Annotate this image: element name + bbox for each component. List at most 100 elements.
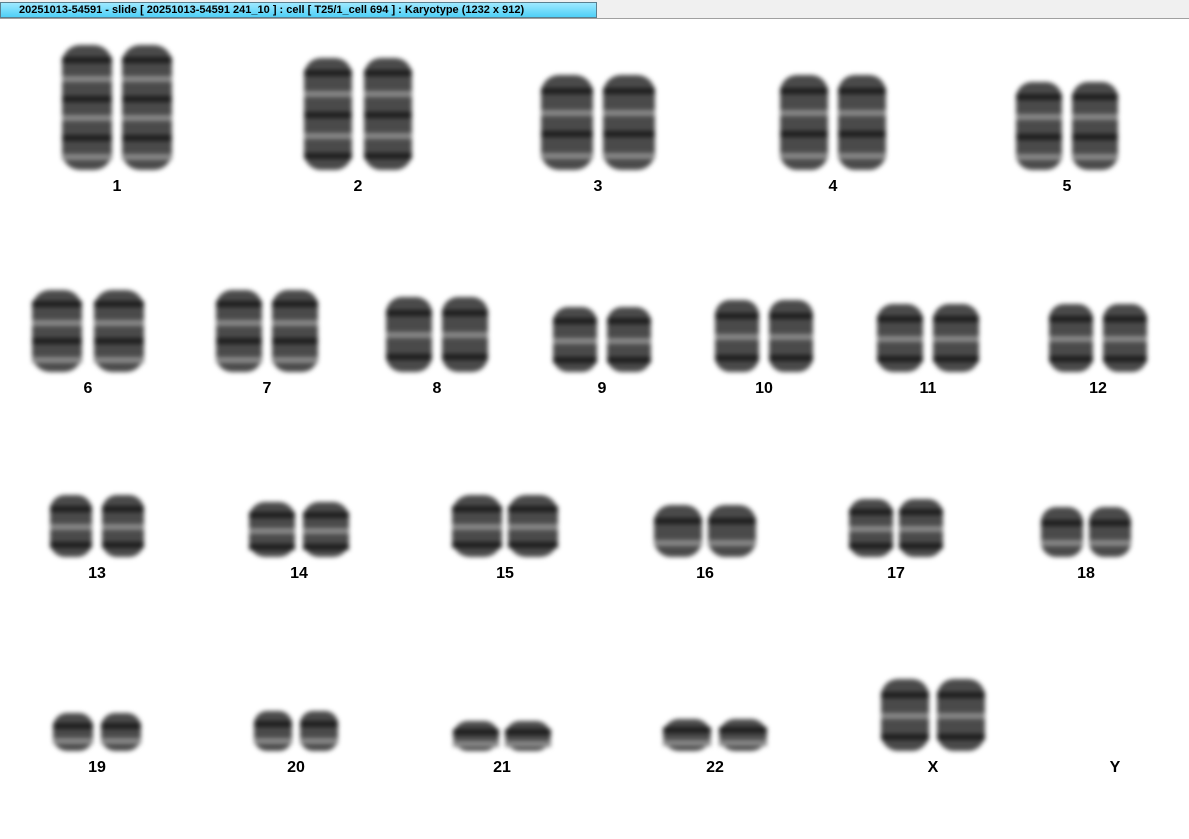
chromosome-label-11: 11 [919, 380, 937, 397]
chromosome-band [303, 544, 349, 550]
chromosome-13-a[interactable] [50, 495, 92, 557]
chromosome-band [272, 320, 318, 326]
chromosome-band [508, 524, 558, 530]
chromosome-band [719, 740, 767, 746]
chromosome-band [715, 355, 759, 361]
chromosome-1-a[interactable] [62, 45, 112, 170]
chromosome-band [780, 110, 828, 116]
chromosome-21-b[interactable] [505, 721, 551, 751]
chromosome-band [1016, 114, 1062, 120]
chromosome-3-a[interactable] [541, 75, 593, 170]
chromosome-label-14: 14 [290, 565, 308, 582]
chromosome-15-a[interactable] [452, 495, 502, 557]
chromosome-label-4: 4 [828, 178, 838, 195]
chromosome-22-a[interactable] [663, 719, 711, 751]
chromosome-band [603, 88, 655, 94]
chromosome-band [603, 110, 655, 116]
chromosome-band [32, 338, 82, 344]
chromosome-16-a[interactable] [654, 505, 702, 557]
chromosome-22-b[interactable] [719, 719, 767, 751]
karyotype-canvas: 1 2 3 4 5 6 7 8 9 10 11 12 13 14 15 16 17 18 19 20 21 22 X Y [0, 0, 1189, 839]
chromosome-19-a[interactable] [53, 713, 93, 751]
chromosome-band [933, 336, 979, 342]
chromosome-9-a[interactable] [553, 307, 597, 372]
chromosome-2-b[interactable] [364, 58, 412, 170]
chromosome-10-b[interactable] [769, 300, 813, 372]
chromosome-label-21: 21 [493, 759, 511, 776]
chromosome-band [303, 512, 349, 518]
chromosome-11-b[interactable] [933, 304, 979, 372]
chromosome-3-b[interactable] [603, 75, 655, 170]
chromosome-band [1072, 134, 1118, 140]
chromosome-band [94, 301, 144, 307]
chromosome-label-22: 22 [706, 759, 724, 776]
chromosome-band [304, 70, 352, 76]
chromosome-8-b[interactable] [442, 297, 488, 372]
chromosome-4-a[interactable] [780, 75, 828, 170]
chromosome-17-a[interactable] [849, 499, 893, 557]
chromosome-band [708, 540, 756, 546]
chromosome-band [62, 57, 112, 63]
chromosome-band [272, 301, 318, 307]
chromosome-12-b[interactable] [1103, 304, 1147, 372]
chromosome-band [505, 741, 551, 747]
chromosome-19-b[interactable] [101, 713, 141, 751]
chromosome-7-a[interactable] [216, 290, 262, 372]
chromosome-band [32, 320, 82, 326]
chromosome-12-a[interactable] [1049, 304, 1093, 372]
chromosome-5-b[interactable] [1072, 82, 1118, 170]
chromosome-band [937, 713, 985, 719]
chromosome-band [553, 318, 597, 324]
chromosome-band [62, 76, 112, 82]
chromosome-X-b[interactable] [937, 679, 985, 751]
chromosome-16-b[interactable] [708, 505, 756, 557]
chromosome-label-X: X [927, 759, 939, 776]
chromosome-9-b[interactable] [607, 307, 651, 372]
chromosome-band [304, 112, 352, 118]
chromosome-10-a[interactable] [715, 300, 759, 372]
chromosome-band [1103, 356, 1147, 362]
chromosome-band [1041, 520, 1083, 526]
chromosome-band [881, 713, 929, 719]
chromosome-band [541, 153, 593, 159]
chromosome-band [1049, 356, 1093, 362]
chromosome-X-a[interactable] [881, 679, 929, 751]
chromosome-label-7: 7 [262, 380, 272, 397]
chromosome-5-a[interactable] [1016, 82, 1062, 170]
chromosome-band [53, 723, 93, 729]
chromosome-band [607, 318, 651, 324]
chromosome-21-a[interactable] [453, 721, 499, 751]
chromosome-8-a[interactable] [386, 297, 432, 372]
chromosome-20-b[interactable] [300, 711, 338, 751]
chromosome-band [1041, 540, 1083, 546]
chromosome-4-b[interactable] [838, 75, 886, 170]
chromosome-11-a[interactable] [877, 304, 923, 372]
chromosome-band [849, 509, 893, 515]
chromosome-band [304, 153, 352, 159]
chromosome-13-b[interactable] [102, 495, 144, 557]
chromosome-band [62, 135, 112, 141]
chromosome-1-b[interactable] [122, 45, 172, 170]
chromosome-band [663, 740, 711, 746]
chromosome-17-b[interactable] [899, 499, 943, 557]
chromosome-label-18: 18 [1077, 565, 1095, 582]
chromosome-band [62, 154, 112, 160]
chromosome-14-b[interactable] [303, 502, 349, 557]
chromosome-label-Y: Y [1109, 759, 1121, 776]
chromosome-6-a[interactable] [32, 290, 82, 372]
chromosome-band [1089, 520, 1131, 526]
chromosome-18-b[interactable] [1089, 507, 1131, 557]
chromosome-15-b[interactable] [508, 495, 558, 557]
chromosome-band [541, 110, 593, 116]
chromosome-band [53, 738, 93, 744]
chromosome-20-a[interactable] [254, 711, 292, 751]
chromosome-2-a[interactable] [304, 58, 352, 170]
chromosome-14-a[interactable] [249, 502, 295, 557]
chromosome-band [249, 544, 295, 550]
chromosome-band [1072, 154, 1118, 160]
chromosome-18-a[interactable] [1041, 507, 1083, 557]
chromosome-7-b[interactable] [272, 290, 318, 372]
chromosome-6-b[interactable] [94, 290, 144, 372]
chromosome-band [442, 310, 488, 316]
chromosome-band [364, 112, 412, 118]
